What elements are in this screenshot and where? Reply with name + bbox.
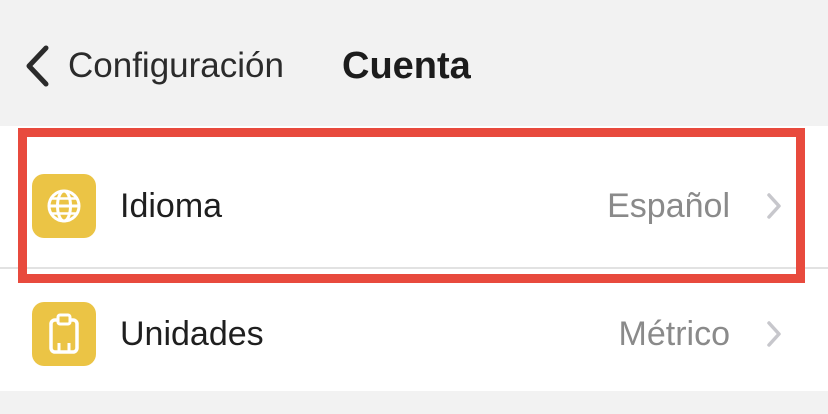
settings-row-value: Español bbox=[607, 187, 730, 225]
back-button[interactable]: Configuración bbox=[22, 40, 284, 92]
settings-row-value: Métrico bbox=[618, 315, 730, 353]
chevron-right-icon bbox=[767, 321, 781, 347]
settings-row-label: Unidades bbox=[120, 315, 264, 353]
back-button-label: Configuración bbox=[68, 46, 284, 85]
settings-row-idioma[interactable]: Idioma Español bbox=[0, 144, 828, 284]
settings-row-label: Idioma bbox=[120, 187, 223, 225]
chevron-left-icon bbox=[26, 45, 49, 87]
chevron-right-icon bbox=[767, 193, 781, 219]
globe-icon bbox=[32, 174, 96, 238]
settings-list: Idioma Español Unidades Métrico bbox=[0, 126, 828, 391]
row-separator bbox=[0, 267, 828, 269]
clipboard-icon bbox=[32, 302, 96, 366]
navigation-bar: Configuración Cuenta bbox=[0, 0, 828, 126]
settings-row-unidades[interactable]: Unidades Métrico bbox=[0, 274, 828, 414]
page-title: Cuenta bbox=[342, 45, 471, 87]
